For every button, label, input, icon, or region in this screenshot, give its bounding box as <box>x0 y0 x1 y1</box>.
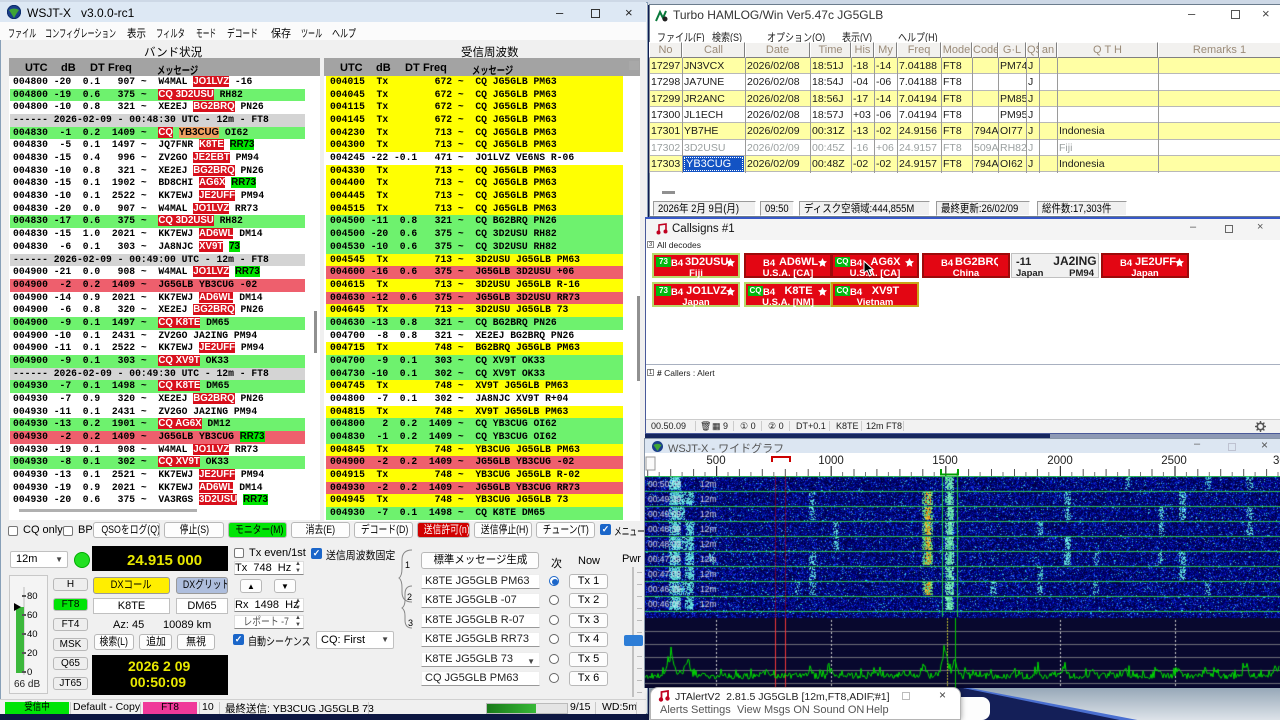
svg-text:1: 1 <box>405 560 410 570</box>
svg-text:2: 2 <box>407 592 412 602</box>
svg-text:2500: 2500 <box>1161 455 1187 467</box>
svg-text:2000: 2000 <box>1047 455 1073 467</box>
svg-text:1500: 1500 <box>932 455 958 467</box>
svg-text:1000: 1000 <box>818 455 844 467</box>
svg-text:30: 30 <box>1273 455 1280 467</box>
svg-text:500: 500 <box>706 455 725 467</box>
svg-text:3: 3 <box>408 618 413 628</box>
